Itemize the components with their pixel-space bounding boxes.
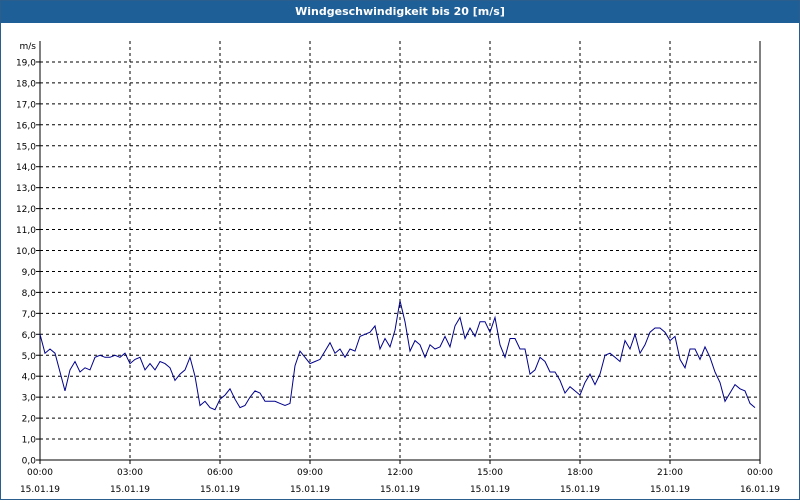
y-axis-unit: m/s bbox=[20, 42, 37, 52]
y-tick-label: 15,0 bbox=[16, 142, 36, 152]
y-tick-label: 17,0 bbox=[16, 100, 36, 110]
x-tick-label-date: 15.01.19 bbox=[470, 485, 510, 495]
x-tick-label-time: 15:00 bbox=[477, 468, 503, 478]
x-tick-label-time: 00:00 bbox=[747, 468, 773, 478]
y-tick-label: 4,0 bbox=[22, 373, 37, 383]
chart-title: Windgeschwindigkeit bis 20 [m/s] bbox=[1, 1, 799, 23]
y-tick-label: 11,0 bbox=[16, 226, 36, 236]
y-tick-label: 5,0 bbox=[22, 352, 37, 362]
x-tick-label-date: 15.01.19 bbox=[200, 485, 240, 495]
y-tick-label: 7,0 bbox=[22, 310, 37, 320]
x-tick-label-date: 15.01.19 bbox=[650, 485, 690, 495]
axes bbox=[36, 41, 761, 464]
x-tick-label-date: 16.01.19 bbox=[740, 485, 780, 495]
x-tick-label-time: 00:00 bbox=[27, 468, 53, 478]
y-tick-label: 19,0 bbox=[16, 58, 36, 68]
y-tick-label: 10,0 bbox=[16, 247, 36, 257]
x-tick-label-date: 15.01.19 bbox=[290, 485, 330, 495]
y-tick-label: 18,0 bbox=[16, 79, 36, 89]
y-tick-label: 1,0 bbox=[22, 436, 37, 446]
chart-window: Windgeschwindigkeit bis 20 [m/s] 0,0 1,0 2… bbox=[0, 0, 800, 500]
y-tick-label: 0,0 bbox=[22, 457, 37, 467]
y-tick-label: 6,0 bbox=[22, 331, 37, 341]
x-tick-label-date: 15.01.19 bbox=[110, 485, 150, 495]
y-tick-label: 9,0 bbox=[22, 268, 37, 278]
y-tick-label: 16,0 bbox=[16, 121, 36, 131]
y-tick-label: 14,0 bbox=[16, 163, 36, 173]
y-tick-label: 13,0 bbox=[16, 184, 36, 194]
y-tick-label: 8,0 bbox=[22, 289, 37, 299]
x-tick-label-time: 12:00 bbox=[387, 468, 413, 478]
x-tick-label-time: 21:00 bbox=[657, 468, 683, 478]
x-tick-label-time: 03:00 bbox=[117, 468, 143, 478]
grid bbox=[40, 41, 761, 460]
x-tick-label-date: 15.01.19 bbox=[560, 485, 600, 495]
wind-speed-chart: 0,0 1,0 2,0 3,0 4,0 5,0 6,0 7,0 8,0 9,0 10,0 11,0 12… bbox=[16, 41, 780, 495]
x-tick-label-time: 18:00 bbox=[567, 468, 593, 478]
y-tick-label: 12,0 bbox=[16, 205, 36, 215]
x-tick-label-time: 06:00 bbox=[207, 468, 233, 478]
y-tick-label: 3,0 bbox=[22, 394, 37, 404]
x-tick-label-time: 09:00 bbox=[297, 468, 323, 478]
x-tick-label-date: 15.01.19 bbox=[380, 485, 420, 495]
y-tick-label: 2,0 bbox=[22, 415, 37, 425]
x-tick-label-date: 15.01.19 bbox=[20, 485, 60, 495]
tick-labels: 0,0 1,0 2,0 3,0 4,0 5,0 6,0 7,0 8,0 9,0 10,0 11,0 12… bbox=[16, 42, 780, 495]
